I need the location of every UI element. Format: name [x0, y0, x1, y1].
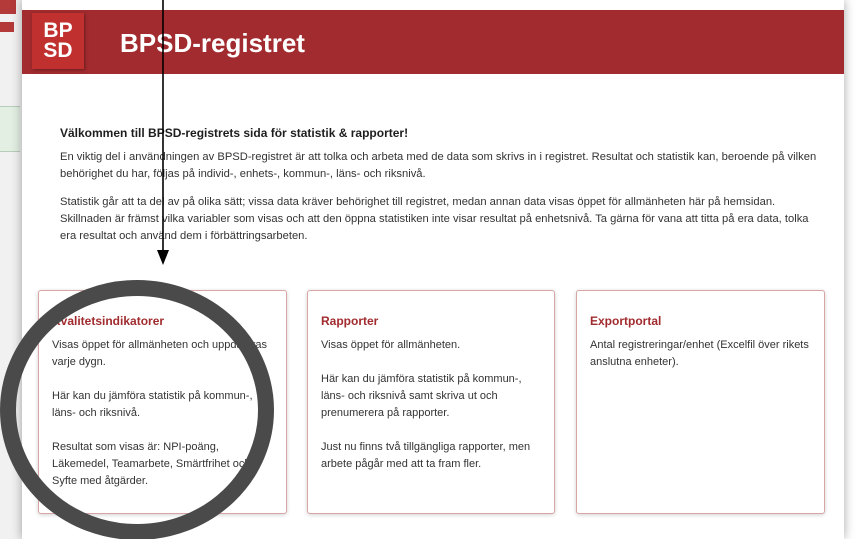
annotation-overlay: [0, 0, 274, 539]
annotation-arrowhead-icon: [157, 250, 169, 265]
annotation-circle-icon: [0, 280, 274, 539]
